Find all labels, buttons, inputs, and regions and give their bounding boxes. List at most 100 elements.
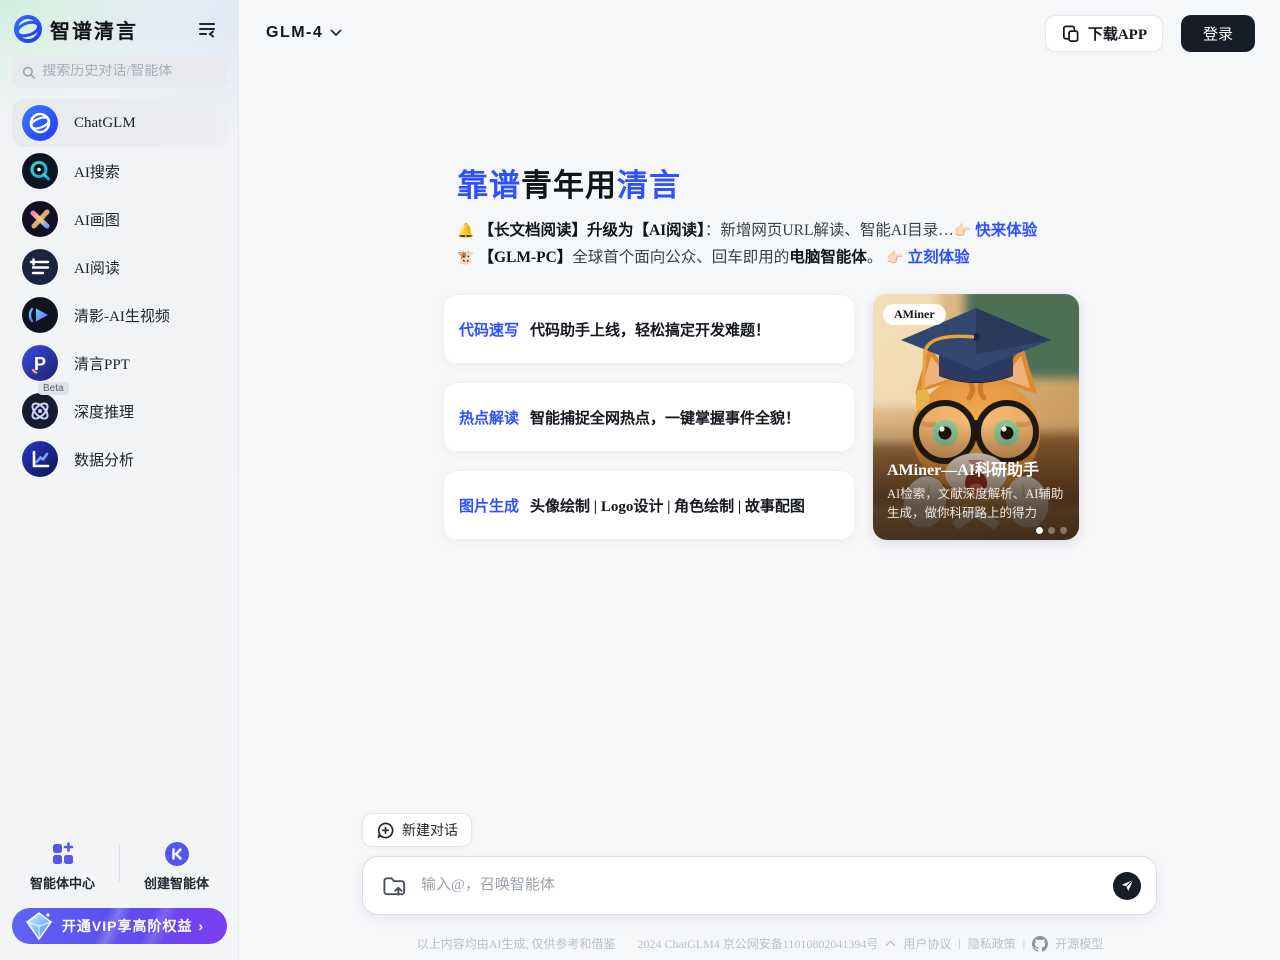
ppt-icon: P: [22, 345, 58, 381]
sidebar-bottom: 智能体中心 创建智能体: [0, 841, 239, 960]
ai-search-icon: [22, 153, 58, 189]
download-app-button[interactable]: 下载APP: [1045, 15, 1163, 52]
video-gen-icon: [22, 297, 58, 333]
vip-label: 开通VIP享高阶权益: [62, 916, 193, 936]
feature-cards: 代码速写 代码助手上线，轻松搞定开发难题！ 热点解读 智能捕捉全网热点，一键掌握…: [443, 294, 1079, 540]
sidebar-item-label: ChatGLM: [74, 115, 136, 132]
new-chat-label: 新建对话: [402, 820, 458, 840]
search-input[interactable]: [42, 64, 217, 80]
try-now-link[interactable]: 快来体验: [975, 222, 1037, 239]
vip-upgrade-banner[interactable]: 开通VIP享高阶权益 ›: [12, 908, 227, 944]
aminer-description: AI检索，文献深度解析、AI辅助生成，做你科研路上的得力: [887, 485, 1071, 523]
sidebar-item-qingying-video[interactable]: 清影-AI生视频: [12, 291, 227, 339]
bell-emoji: 🔔: [457, 224, 474, 239]
agent-center-button[interactable]: 智能体中心: [6, 841, 119, 892]
terms-link[interactable]: 用户协议: [903, 935, 951, 952]
model-name: GLM-4: [266, 24, 323, 42]
sidebar-item-chatglm[interactable]: ChatGLM: [12, 99, 227, 147]
sidebar-item-label: AI搜索: [74, 161, 120, 182]
card-hot-topics[interactable]: 热点解读 智能捕捉全网热点，一键掌握事件全貌！: [443, 382, 855, 452]
sidebar: 智谱清言: [0, 0, 239, 960]
carousel-dot-2[interactable]: [1048, 527, 1055, 534]
sidebar-item-data-analysis[interactable]: 数据分析: [12, 435, 227, 483]
sidebar-item-label: 清言PPT: [74, 353, 130, 374]
pointing-emoji: 👉🏻: [954, 224, 971, 239]
new-chat-icon: [376, 821, 395, 840]
chevron-up-icon[interactable]: [885, 940, 896, 947]
announcements: 🔔【长文档阅读】升级为【AI阅读】：新增网页URL解读、智能AI目录…👉🏻快来体…: [457, 218, 1107, 272]
sidebar-item-ai-search[interactable]: AI搜索: [12, 147, 227, 195]
sidebar-item-ai-draw[interactable]: AI画图: [12, 195, 227, 243]
card-desc: 智能捕捉全网热点，一键掌握事件全貌！: [530, 407, 800, 428]
github-icon[interactable]: [1032, 936, 1048, 952]
sidebar-item-label: AI阅读: [74, 257, 120, 278]
card-tag: 代码速写: [459, 319, 519, 340]
card-tag: 图片生成: [459, 495, 519, 516]
deep-reasoning-icon: [22, 393, 58, 429]
announcement-2: 🐮【GLM-PC】全球首个面向公众、回车即用的电脑智能体。 👉🏻立刻体验: [457, 245, 1107, 272]
agent-center-icon: [50, 841, 76, 867]
login-label: 登录: [1203, 23, 1233, 44]
upload-folder-icon[interactable]: [382, 875, 407, 897]
sidebar-item-label: 清影-AI生视频: [74, 305, 170, 326]
cow-emoji: 🐮: [457, 251, 474, 266]
carousel-dots: [1036, 527, 1067, 534]
beta-badge: Beta: [38, 382, 69, 395]
login-button[interactable]: 登录: [1181, 15, 1255, 52]
ai-disclaimer: 以上内容均由AI生成, 仅供参考和借鉴: [417, 935, 616, 952]
chevron-down-icon: [330, 29, 342, 37]
aminer-title: AMiner—AI科研助手: [887, 456, 1039, 480]
agent-center-label: 智能体中心: [30, 873, 95, 892]
chatglm-app: 智谱清言: [0, 0, 1280, 960]
new-chat-button[interactable]: 新建对话: [362, 813, 472, 847]
send-button[interactable]: [1113, 872, 1141, 900]
ai-read-icon: [22, 249, 58, 285]
aminer-promo-card[interactable]: AMiner AMiner—AI科研助手 AI检索，文献深度解析、AI辅助生成，…: [873, 294, 1079, 540]
hero-section: 靠谱青年用清言 🔔【长文档阅读】升级为【AI阅读】：新增网页URL解读、智能AI…: [457, 160, 1107, 272]
chevron-right-icon: ›: [198, 918, 203, 934]
create-agent-button[interactable]: 创建智能体: [120, 841, 233, 892]
footer: 以上内容均由AI生成, 仅供参考和借鉴 2024 ChatGLM4 京公网安备1…: [240, 935, 1280, 952]
zhipu-logo-icon: [14, 15, 42, 43]
create-agent-icon: [164, 841, 190, 867]
search-icon: [22, 65, 35, 80]
sidebar-search[interactable]: [12, 56, 227, 88]
card-code-writing[interactable]: 代码速写 代码助手上线，轻松搞定开发难题！: [443, 294, 855, 364]
aminer-badge: AMiner: [883, 304, 946, 325]
card-desc: 头像绘制 | Logo设计 | 角色绘制 | 故事配图: [530, 495, 805, 516]
icp-filing: 2024 ChatGLM4 京公网安备11010802041394号: [637, 935, 878, 952]
send-icon: [1120, 878, 1135, 893]
sidebar-header: 智谱清言: [14, 14, 224, 44]
model-selector[interactable]: GLM-4: [266, 24, 342, 42]
svg-text:P: P: [34, 354, 46, 374]
experience-now-link[interactable]: 立刻体验: [908, 249, 970, 266]
carousel-dot-3[interactable]: [1060, 527, 1067, 534]
card-image-generation[interactable]: 图片生成 头像绘制 | Logo设计 | 角色绘制 | 故事配图: [443, 470, 855, 540]
page-title: 靠谱青年用清言: [457, 160, 1107, 205]
data-analysis-icon: [22, 441, 58, 477]
chat-input-bar[interactable]: [362, 856, 1157, 915]
sidebar-item-label: 数据分析: [74, 449, 134, 470]
sidebar-item-label: 深度推理: [74, 401, 134, 422]
divider: |: [958, 936, 960, 951]
privacy-link[interactable]: 隐私政策: [968, 935, 1016, 952]
chat-input[interactable]: [421, 877, 1099, 894]
main-area: GLM-4 下载APP 登录 靠谱青年用清言 🔔【长文档阅读】升级为【AI阅: [240, 0, 1280, 960]
sidebar-item-ai-read[interactable]: AI阅读: [12, 243, 227, 291]
download-app-label: 下载APP: [1088, 23, 1147, 44]
carousel-dot-1[interactable]: [1036, 527, 1043, 534]
gem-icon: [22, 909, 56, 943]
brand-logo[interactable]: 智谱清言: [14, 15, 138, 44]
sidebar-nav: ChatGLM AI搜索: [12, 99, 227, 483]
sidebar-item-label: AI画图: [74, 209, 120, 230]
sidebar-item-qingyan-ppt[interactable]: P 清言PPT: [12, 339, 227, 387]
brand-name: 智谱清言: [50, 15, 138, 44]
chatglm-icon: [22, 105, 58, 141]
open-source-link[interactable]: 开源模型: [1055, 935, 1103, 952]
ai-draw-icon: [22, 201, 58, 237]
sidebar-item-deep-reasoning[interactable]: Beta 深度推理: [12, 387, 227, 435]
card-tag: 热点解读: [459, 407, 519, 428]
create-agent-label: 创建智能体: [144, 873, 209, 892]
sidebar-collapse-icon[interactable]: [194, 16, 220, 42]
devices-icon: [1061, 24, 1080, 43]
